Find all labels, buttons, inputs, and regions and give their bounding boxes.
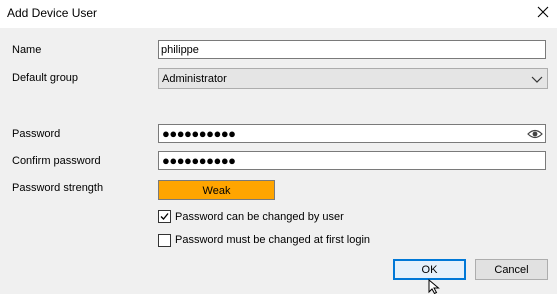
default-group-label: Default group (12, 72, 79, 84)
checkmark-icon (160, 213, 169, 220)
confirm-password-field[interactable]: ●●●●●●●●●● (158, 151, 546, 170)
eye-icon[interactable] (527, 127, 543, 141)
window-title: Add Device User (7, 6, 98, 20)
password-strength-value: Weak (202, 185, 231, 197)
cancel-button-label: Cancel (494, 264, 529, 276)
password-strength-indicator: Weak (158, 180, 275, 200)
name-field[interactable]: philippe (158, 40, 546, 59)
cancel-button[interactable]: Cancel (475, 259, 548, 280)
mouse-cursor-icon (428, 279, 440, 294)
confirm-password-value: ●●●●●●●●●● (162, 153, 236, 168)
password-strength-label: Password strength (12, 182, 104, 194)
ok-button-label: OK (421, 264, 438, 276)
name-label: Name (12, 44, 42, 56)
default-group-value: Administrator (162, 73, 227, 85)
default-group-select[interactable]: Administrator (158, 68, 548, 89)
confirm-password-label: Confirm password (12, 155, 101, 167)
must-change-first-login-checkbox[interactable] (158, 234, 171, 247)
name-value: philippe (161, 44, 199, 56)
can-change-password-checkbox[interactable] (158, 210, 171, 223)
password-label: Password (12, 128, 61, 140)
close-icon (537, 6, 549, 18)
password-value: ●●●●●●●●●● (162, 126, 236, 141)
must-change-first-login-label[interactable]: Password must be changed at first login (175, 234, 370, 246)
close-button[interactable] (533, 2, 553, 22)
chevron-down-icon (531, 76, 543, 83)
can-change-password-label[interactable]: Password can be changed by user (175, 211, 344, 223)
title-bar: Add Device User (0, 0, 557, 28)
password-field[interactable]: ●●●●●●●●●● (158, 124, 546, 143)
ok-button[interactable]: OK (393, 259, 466, 280)
